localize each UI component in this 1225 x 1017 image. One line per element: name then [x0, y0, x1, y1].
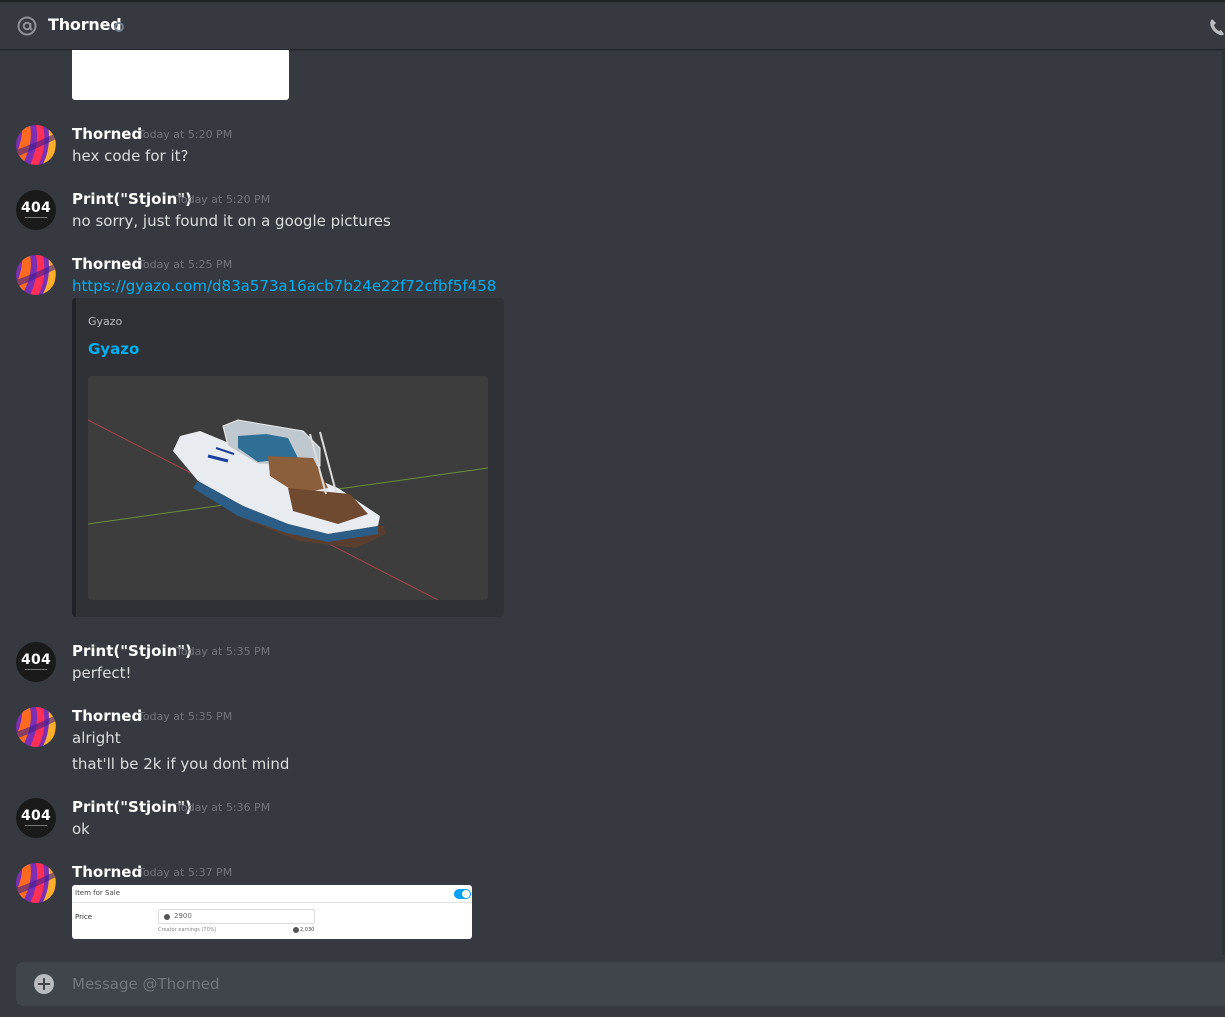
robux-icon: [293, 927, 299, 933]
message-text: that'll be 2k if you dont mind: [72, 755, 290, 773]
timestamp: Today at 5:36 PM: [176, 801, 271, 814]
timestamp: Today at 5:37 PM: [138, 866, 233, 879]
at-sign-icon: [17, 16, 37, 36]
message-text: alright: [72, 729, 121, 747]
author-name[interactable]: Thorned: [72, 125, 142, 143]
embed-image[interactable]: [88, 376, 488, 600]
creator-earnings-label: Creator earnings (70%): [158, 927, 217, 933]
timestamp: Today at 5:35 PM: [176, 645, 271, 658]
author-name[interactable]: Thorned: [72, 707, 142, 725]
message-text: no sorry, just found it on a google pict…: [72, 212, 391, 230]
divider: [72, 902, 472, 903]
add-attachment-icon[interactable]: [34, 974, 54, 994]
timestamp: Today at 5:20 PM: [138, 128, 233, 141]
author-name[interactable]: Print("Stjoin"): [72, 190, 192, 208]
dm-title: Thorned: [48, 15, 122, 34]
price-label: Price: [75, 913, 93, 921]
author-name[interactable]: Print("Stjoin"): [72, 642, 192, 660]
avatar[interactable]: 404: [16, 190, 56, 230]
avatar[interactable]: [16, 707, 56, 747]
price-value: 2900: [174, 912, 192, 920]
timestamp: Today at 5:25 PM: [138, 258, 233, 271]
status-offline-icon: [114, 22, 124, 32]
message-composer: [16, 962, 1225, 1006]
creator-earnings-value: 2,030: [300, 927, 315, 933]
channel-header: Thorned: [0, 0, 1225, 50]
embed-title[interactable]: Gyazo: [88, 340, 139, 358]
timestamp: Today at 5:35 PM: [138, 710, 233, 723]
image-attachment-item-for-sale[interactable]: Item for Sale Price 2900 Creator earning…: [72, 885, 472, 939]
message-link[interactable]: https://gyazo.com/d83a573a16acb7b24e22f7…: [72, 277, 496, 295]
message-text: perfect!: [72, 664, 132, 682]
link-embed: Gyazo Gyazo: [72, 298, 504, 617]
avatar[interactable]: 404: [16, 642, 56, 682]
author-name[interactable]: Print("Stjoin"): [72, 798, 192, 816]
sale-header: Item for Sale: [75, 889, 120, 897]
avatar[interactable]: [16, 863, 56, 903]
avatar[interactable]: [16, 125, 56, 165]
avatar[interactable]: 404: [16, 798, 56, 838]
message-input[interactable]: [72, 972, 1172, 996]
author-name[interactable]: Thorned: [72, 863, 142, 881]
image-attachment[interactable]: [72, 50, 289, 100]
toggle-switch: [454, 889, 471, 899]
robux-icon: [164, 914, 170, 920]
call-icon[interactable]: [1208, 16, 1225, 38]
avatar[interactable]: [16, 255, 56, 295]
embed-provider[interactable]: Gyazo: [88, 315, 122, 328]
author-name[interactable]: Thorned: [72, 255, 142, 273]
message-text: ok: [72, 820, 90, 838]
message-text: hex code for it?: [72, 147, 189, 165]
timestamp: Today at 5:20 PM: [176, 193, 271, 206]
